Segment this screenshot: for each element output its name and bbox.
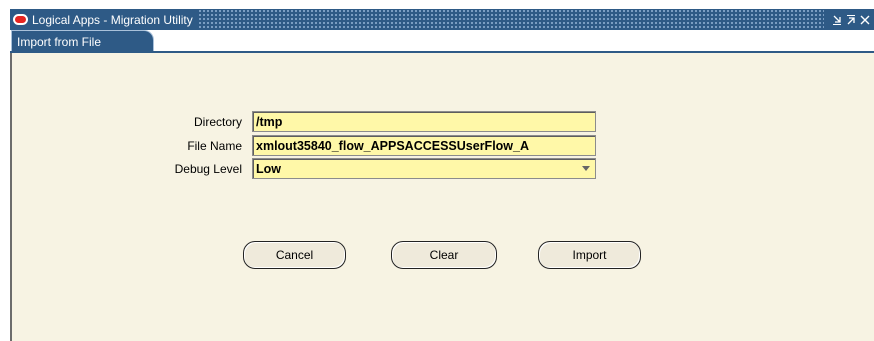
directory-label: Directory — [193, 115, 242, 129]
debug-level-value: Low — [256, 161, 281, 176]
chevron-down-icon[interactable] — [579, 162, 593, 175]
debug-level-label: Debug Level — [174, 162, 242, 176]
clear-button[interactable]: Clear — [391, 241, 497, 269]
file-name-field[interactable]: xmlout35840_flow_APPSACCESSUserFlow_A — [252, 135, 596, 156]
form-canvas: Directory /tmp File Name xmlout35840_flo… — [10, 53, 874, 341]
window-controls — [824, 9, 874, 30]
import-button[interactable]: Import — [538, 241, 641, 269]
tab-import-from-file[interactable]: Import from File — [11, 30, 154, 52]
window-title: Logical Apps - Migration Utility — [32, 12, 193, 27]
app-window: Logical Apps - Migration Utility Import … — [10, 9, 874, 341]
directory-field[interactable]: /tmp — [252, 111, 596, 132]
cancel-button[interactable]: Cancel — [243, 241, 346, 269]
oracle-logo-icon — [13, 14, 28, 25]
maximize-icon[interactable] — [844, 12, 858, 28]
file-name-label: File Name — [187, 139, 242, 153]
close-icon[interactable] — [858, 12, 872, 28]
title-bar[interactable]: Logical Apps - Migration Utility — [10, 9, 874, 30]
minimize-icon[interactable] — [830, 12, 844, 28]
title-left: Logical Apps - Migration Utility — [10, 9, 199, 30]
debug-level-select[interactable]: Low — [252, 158, 596, 179]
